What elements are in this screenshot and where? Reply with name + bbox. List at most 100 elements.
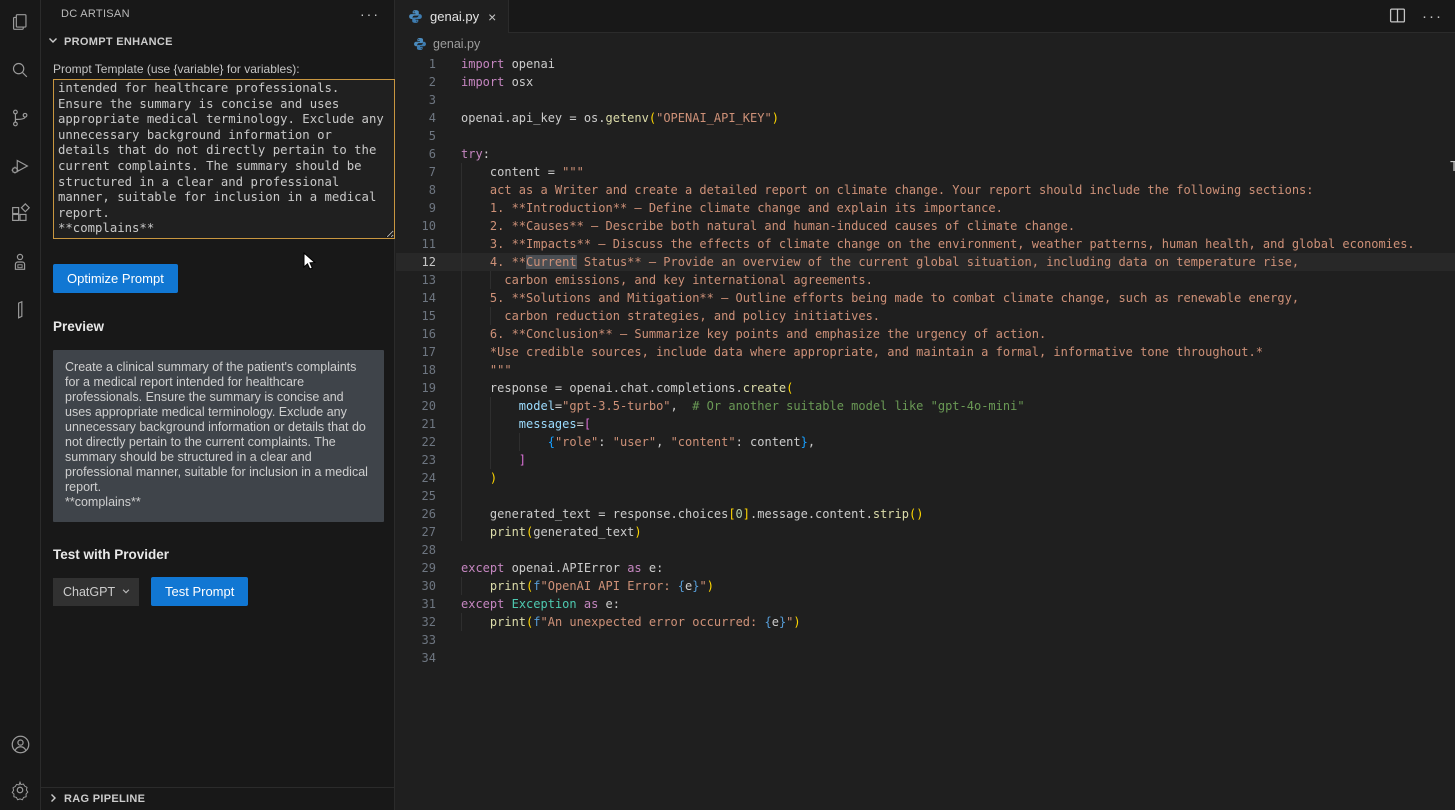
code-line: 27 print(generated_text) bbox=[396, 523, 1455, 541]
section-rag-pipeline-header[interactable]: RAG PIPELINE bbox=[41, 787, 394, 810]
vscode-window: DC ARTISAN ··· PROMPT ENHANCE Prompt Tem… bbox=[0, 0, 1455, 810]
source-control-icon[interactable] bbox=[8, 106, 32, 130]
sidebar-dc-artisan: DC ARTISAN ··· PROMPT ENHANCE Prompt Tem… bbox=[41, 0, 395, 810]
editor-more-actions-icon[interactable]: ··· bbox=[1422, 13, 1443, 21]
line-number: 13 bbox=[396, 271, 436, 289]
line-number: 25 bbox=[396, 487, 436, 505]
code-line: 2import osx bbox=[396, 73, 1455, 91]
code-line: 33 bbox=[396, 631, 1455, 649]
line-number: 3 bbox=[396, 91, 436, 109]
preview-text: Create a clinical summary of the patient… bbox=[53, 350, 384, 522]
provider-selected-value: ChatGPT bbox=[63, 585, 115, 599]
line-number: 24 bbox=[396, 469, 436, 487]
code-line: 15 carbon reduction strategies, and poli… bbox=[396, 307, 1455, 325]
line-number: 27 bbox=[396, 523, 436, 541]
line-number: 14 bbox=[396, 289, 436, 307]
code-line: 30 print(f"OpenAI API Error: {e}") bbox=[396, 577, 1455, 595]
code-line: 21 messages=[ bbox=[396, 415, 1455, 433]
breadcrumb[interactable]: genai.py bbox=[396, 33, 1455, 55]
sidebar-more-actions-icon[interactable]: ··· bbox=[360, 10, 380, 18]
settings-gear-icon[interactable] bbox=[8, 778, 32, 802]
code-line: 24 ) bbox=[396, 469, 1455, 487]
code-line: 25 bbox=[396, 487, 1455, 505]
code-line: 1import openai bbox=[396, 55, 1455, 73]
code-line: 8 act as a Writer and create a detailed … bbox=[396, 181, 1455, 199]
test-prompt-button[interactable]: Test Prompt bbox=[151, 577, 248, 606]
code-line: 14 5. **Solutions and Mitigation** – Out… bbox=[396, 289, 1455, 307]
line-number: 29 bbox=[396, 559, 436, 577]
search-icon[interactable] bbox=[8, 58, 32, 82]
line-number: 12 bbox=[396, 253, 436, 271]
line-number: 23 bbox=[396, 451, 436, 469]
line-number: 17 bbox=[396, 343, 436, 361]
chevron-down-icon bbox=[47, 34, 59, 49]
code-line: 20 model="gpt-3.5-turbo", # Or another s… bbox=[396, 397, 1455, 415]
editor-group: genai.py × ··· genai.py 1import openai2i… bbox=[396, 0, 1455, 810]
python-file-icon bbox=[408, 9, 423, 24]
python-file-icon bbox=[413, 37, 427, 51]
code-line: 19 response = openai.chat.completions.cr… bbox=[396, 379, 1455, 397]
section-prompt-enhance-header[interactable]: PROMPT ENHANCE bbox=[41, 26, 394, 55]
line-number: 11 bbox=[396, 235, 436, 253]
code-line: 10 2. **Causes** – Describe both natural… bbox=[396, 217, 1455, 235]
chevron-down-icon bbox=[121, 585, 131, 599]
line-number: 4 bbox=[396, 109, 436, 127]
code-line: 32 print(f"An unexpected error occurred:… bbox=[396, 613, 1455, 631]
code-line: 26 generated_text = response.choices[0].… bbox=[396, 505, 1455, 523]
code-line: 5 bbox=[396, 127, 1455, 145]
code-line: 34 bbox=[396, 649, 1455, 667]
line-number: 21 bbox=[396, 415, 436, 433]
sidebar-title: DC ARTISAN bbox=[61, 8, 130, 20]
line-number: 18 bbox=[396, 361, 436, 379]
code-line: 13 carbon emissions, and key internation… bbox=[396, 271, 1455, 289]
code-line: 16 6. **Conclusion** – Summarize key poi… bbox=[396, 325, 1455, 343]
line-number: 6 bbox=[396, 145, 436, 163]
line-number: 32 bbox=[396, 613, 436, 631]
section-label: RAG PIPELINE bbox=[64, 793, 145, 805]
clipped-edge-fragment: T bbox=[1450, 160, 1455, 175]
prompt-template-label: Prompt Template (use {variable} for vari… bbox=[53, 62, 382, 76]
optimize-prompt-button[interactable]: Optimize Prompt bbox=[53, 264, 178, 293]
line-number: 8 bbox=[396, 181, 436, 199]
code-line: 17 *Use credible sources, include data w… bbox=[396, 343, 1455, 361]
chevron-right-icon bbox=[47, 792, 59, 807]
code-line: 12 4. **Current Status** – Provide an ov… bbox=[396, 253, 1455, 271]
split-editor-icon[interactable] bbox=[1389, 7, 1406, 27]
extensions-icon[interactable] bbox=[8, 202, 32, 226]
line-number: 28 bbox=[396, 541, 436, 559]
tab-close-icon[interactable]: × bbox=[486, 9, 498, 25]
code-line: 4openai.api_key = os.getenv("OPENAI_API_… bbox=[396, 109, 1455, 127]
code-line: 28 bbox=[396, 541, 1455, 559]
tab-filename: genai.py bbox=[430, 9, 479, 24]
account-icon[interactable] bbox=[8, 732, 32, 756]
line-number: 26 bbox=[396, 505, 436, 523]
line-number: 1 bbox=[396, 55, 436, 73]
code-line: 31except Exception as e: bbox=[396, 595, 1455, 613]
line-number: 22 bbox=[396, 433, 436, 451]
section-label: PROMPT ENHANCE bbox=[64, 36, 173, 48]
tab-genai-py[interactable]: genai.py × bbox=[396, 0, 509, 33]
dc-artisan-icon[interactable] bbox=[8, 250, 32, 274]
line-number: 30 bbox=[396, 577, 436, 595]
code-line: 22 {"role": "user", "content": content}, bbox=[396, 433, 1455, 451]
prompt-template-input[interactable] bbox=[53, 79, 395, 239]
line-number: 5 bbox=[396, 127, 436, 145]
code-line: 18 """ bbox=[396, 361, 1455, 379]
code-line: 6try: bbox=[396, 145, 1455, 163]
code-editor[interactable]: 1import openai2import osx34openai.api_ke… bbox=[396, 55, 1455, 667]
explorer-icon[interactable] bbox=[8, 10, 32, 34]
run-debug-icon[interactable] bbox=[8, 154, 32, 178]
prompt-book-icon[interactable] bbox=[8, 298, 32, 322]
line-number: 33 bbox=[396, 631, 436, 649]
breadcrumb-filename: genai.py bbox=[433, 37, 480, 51]
line-number: 19 bbox=[396, 379, 436, 397]
activity-bar bbox=[0, 0, 41, 810]
code-line: 23 ] bbox=[396, 451, 1455, 469]
line-number: 2 bbox=[396, 73, 436, 91]
preview-heading: Preview bbox=[53, 319, 382, 334]
code-line: 7 content = """ bbox=[396, 163, 1455, 181]
code-line: 11 3. **Impacts** – Discuss the effects … bbox=[396, 235, 1455, 253]
line-number: 15 bbox=[396, 307, 436, 325]
code-line: 29except openai.APIError as e: bbox=[396, 559, 1455, 577]
provider-select[interactable]: ChatGPT bbox=[53, 578, 139, 606]
